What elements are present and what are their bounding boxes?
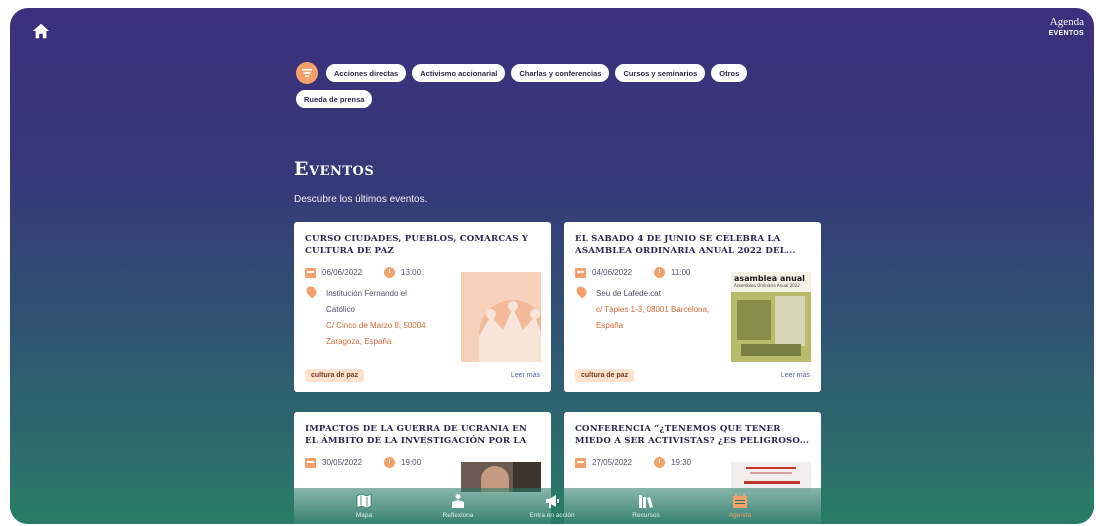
filter-bar: Acciones directas Activismo accionarial …: [296, 62, 776, 114]
event-venue: Seu de Lafede.cat: [596, 289, 661, 298]
clock-icon: [384, 267, 396, 278]
event-date: 27/05/2022: [592, 458, 633, 467]
event-tag[interactable]: cultura de paz: [305, 369, 365, 382]
filter-chip-rueda-de-prensa[interactable]: Rueda de prensa: [296, 90, 373, 108]
location-pin-icon: [574, 284, 589, 299]
event-title: El sábado 4 de junio se celebra la Asamb…: [575, 234, 796, 256]
event-card[interactable]: Curso Ciudades, Pueblos, Comarcas y Cult…: [294, 222, 551, 392]
calendar-icon: [305, 457, 316, 468]
filter-icon[interactable]: [296, 62, 318, 84]
nav-label: Mapa: [355, 512, 373, 519]
nav-label: Recursos: [632, 512, 660, 519]
clock-icon: [654, 457, 666, 468]
event-date: 04/06/2022: [592, 268, 633, 277]
event-title: Curso Ciudades, Pueblos, Comarcas y Cult…: [305, 234, 529, 256]
nav-item-entra-en-accion[interactable]: Entra en acción: [505, 488, 599, 524]
thumbnail-heading: asamblea anual: [734, 274, 805, 283]
filter-chip-charlas[interactable]: Charlas y conferencias: [511, 64, 610, 82]
reflect-icon: [452, 494, 464, 508]
read-more-link[interactable]: Leer más: [511, 372, 540, 379]
section-description: Descubre los últimos eventos.: [294, 194, 428, 205]
calendar-icon: [575, 267, 586, 278]
filter-chip-cursos[interactable]: Cursos y seminarios: [615, 64, 706, 82]
nav-label: Agenda: [728, 512, 752, 519]
calendar-icon: [733, 494, 747, 508]
event-title: Conferencia “¿Tenemos que tener miedo a …: [575, 424, 810, 446]
calendar-icon: [575, 457, 586, 468]
event-tag[interactable]: cultura de paz: [575, 369, 635, 382]
home-icon[interactable]: [32, 22, 50, 40]
books-icon: [639, 495, 653, 508]
page-subtitle: Eventos: [1048, 30, 1084, 37]
event-time: 19:30: [671, 458, 692, 467]
event-address: C/ Cinco de Marzo 8, 50004: [326, 321, 426, 330]
event-card[interactable]: El sábado 4 de junio se celebra la Asamb…: [564, 222, 821, 392]
clock-icon: [654, 267, 666, 278]
nav-label: Entra en acción: [529, 512, 575, 519]
event-thumbnail: [461, 272, 541, 362]
event-time: 13:00: [401, 268, 422, 277]
nav-item-reflexiona[interactable]: Reflexiona: [411, 488, 505, 524]
thumbnail-subheading: Assemblea Ordinària Anual 2022: [734, 283, 800, 288]
megaphone-icon: [546, 495, 559, 508]
location-pin-icon: [304, 284, 319, 299]
event-address: España: [596, 321, 624, 330]
event-address: Zaragoza, España: [326, 337, 392, 346]
page-header: Agenda Eventos: [1049, 16, 1084, 39]
read-more-link[interactable]: Leer más: [781, 372, 810, 379]
filter-chip-acciones-directas[interactable]: Acciones directas: [326, 64, 407, 82]
nav-item-agenda[interactable]: Agenda: [693, 488, 787, 524]
section-heading: Eventos Descubre los últimos eventos.: [294, 158, 427, 205]
event-date: 06/06/2022: [322, 268, 363, 277]
event-time: 11:00: [671, 268, 691, 277]
event-time: 19:00: [401, 458, 422, 467]
calendar-icon: [305, 267, 316, 278]
event-venue: Católico: [326, 305, 355, 314]
filter-chip-otros[interactable]: Otros: [711, 64, 748, 82]
clock-icon: [384, 457, 396, 468]
nav-label: Reflexiona: [442, 512, 474, 519]
section-title: Eventos: [294, 158, 375, 180]
event-date: 30/05/2022: [322, 458, 363, 467]
nav-item-mapa[interactable]: Mapa: [317, 488, 411, 524]
event-title: Impactos de la guerra de Ucrania en el á…: [305, 424, 528, 448]
map-icon: [356, 493, 372, 509]
event-venue: Institución Fernando el: [326, 289, 407, 298]
filter-chip-activismo-accionarial[interactable]: Activismo accionarial: [412, 64, 506, 82]
event-thumbnail: asamblea anual Assemblea Ordinària Anual…: [731, 272, 811, 362]
nav-item-recursos[interactable]: Recursos: [599, 488, 693, 524]
page-title: Agenda: [1049, 16, 1084, 28]
bottom-navigation: Mapa Reflexiona Entra en acción Recursos…: [10, 488, 1094, 524]
event-address: c/ Tàpies 1-3, 08001 Barcelona,: [596, 305, 710, 314]
app-window: Agenda Eventos Acciones directas Activis…: [10, 8, 1094, 524]
